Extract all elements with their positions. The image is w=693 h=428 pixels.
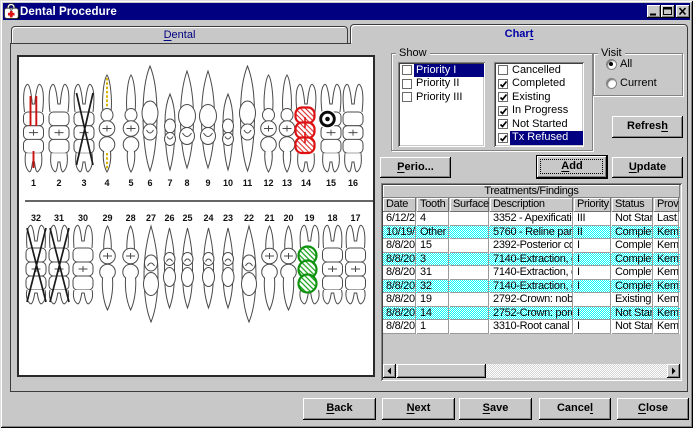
svg-text:31: 31	[54, 213, 64, 223]
svg-text:30: 30	[78, 213, 88, 223]
svg-text:14: 14	[301, 178, 311, 188]
svg-text:2: 2	[56, 178, 61, 188]
svg-text:5: 5	[128, 178, 133, 188]
svg-text:19: 19	[304, 213, 314, 223]
svg-text:17: 17	[350, 213, 360, 223]
svg-text:20: 20	[283, 213, 293, 223]
svg-text:9: 9	[205, 178, 210, 188]
svg-text:10: 10	[223, 178, 233, 188]
svg-text:1: 1	[31, 178, 36, 188]
svg-text:18: 18	[327, 213, 337, 223]
svg-text:32: 32	[31, 213, 41, 223]
svg-text:13: 13	[282, 178, 292, 188]
svg-text:21: 21	[264, 213, 274, 223]
svg-text:27: 27	[146, 213, 156, 223]
svg-text:12: 12	[263, 178, 273, 188]
svg-text:3: 3	[81, 178, 86, 188]
svg-text:28: 28	[126, 213, 136, 223]
svg-text:25: 25	[182, 213, 192, 223]
svg-text:6: 6	[147, 178, 152, 188]
svg-text:22: 22	[244, 213, 254, 223]
svg-text:26: 26	[164, 213, 174, 223]
svg-text:11: 11	[243, 178, 253, 188]
svg-text:24: 24	[203, 213, 213, 223]
svg-text:7: 7	[167, 178, 172, 188]
svg-text:15: 15	[326, 178, 336, 188]
svg-text:16: 16	[348, 178, 358, 188]
svg-text:23: 23	[223, 213, 233, 223]
svg-text:4: 4	[104, 178, 109, 188]
svg-text:8: 8	[184, 178, 189, 188]
svg-text:29: 29	[102, 213, 112, 223]
